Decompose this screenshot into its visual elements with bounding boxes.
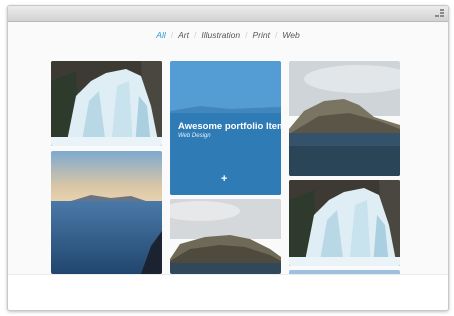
portfolio-item[interactable] xyxy=(51,61,162,146)
plus-icon[interactable]: + xyxy=(221,174,227,185)
coastal-cliff-photo-icon xyxy=(170,199,281,274)
footer-area xyxy=(8,274,448,310)
portfolio-item[interactable] xyxy=(289,61,400,176)
lake-sunset-photo-icon xyxy=(51,151,162,274)
app-window: All / Art / Illustration / Print / Web A… xyxy=(7,5,449,311)
portfolio-grid: Awesome portfolio Item Web Design + xyxy=(8,6,448,310)
portfolio-item-title[interactable]: Awesome portfolio Item xyxy=(178,121,281,132)
ice-waterfall-photo-icon xyxy=(289,180,400,266)
ice-waterfall-photo-icon xyxy=(51,61,162,146)
portfolio-item[interactable] xyxy=(51,151,162,274)
featured-portfolio-item[interactable]: Awesome portfolio Item Web Design + xyxy=(170,61,281,195)
portfolio-item[interactable] xyxy=(289,180,400,266)
portfolio-item[interactable] xyxy=(170,199,281,274)
coastal-cliff-photo-icon xyxy=(289,61,400,176)
portfolio-item-category: Web Design xyxy=(178,133,211,139)
